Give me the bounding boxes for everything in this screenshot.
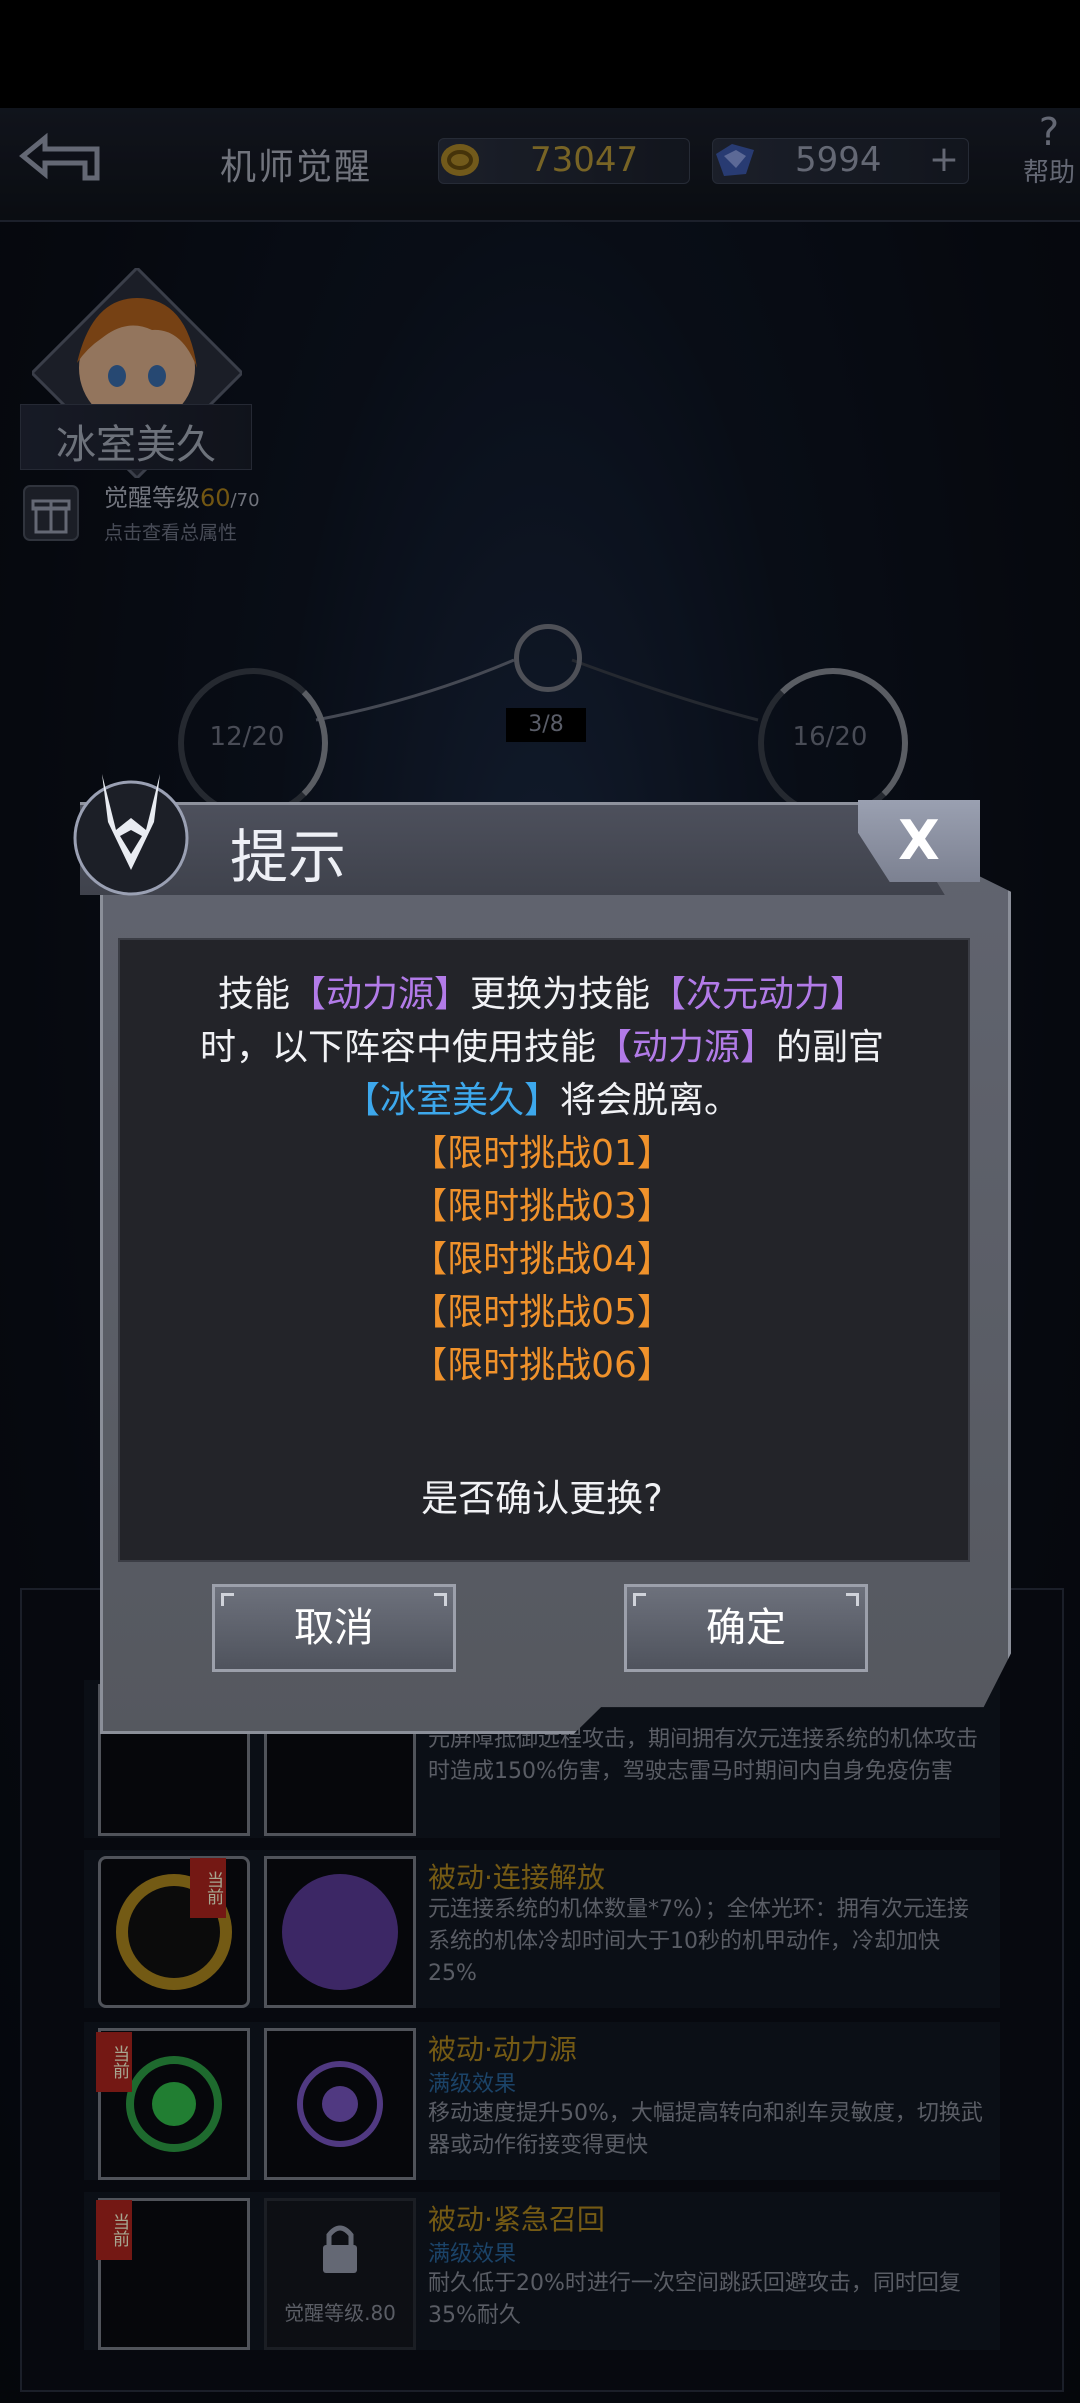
msg-character: 【冰室美久】 [343, 1080, 560, 1121]
dialog-message: 技能【动力源】更换为技能【次元动力】 时，以下阵容中使用技能【动力源】的副官 【… [118, 968, 966, 1392]
dialog-title: 提示 [230, 823, 347, 891]
msg-text: 的副官 [776, 1027, 885, 1068]
mech-emblem-icon [72, 770, 190, 900]
team-item: 【限时挑战04】 [411, 1239, 673, 1280]
team-item: 【限时挑战01】 [411, 1133, 673, 1174]
team-item: 【限时挑战05】 [411, 1292, 673, 1333]
msg-text: 技能 [217, 974, 290, 1015]
msg-text: 将会脱离。 [560, 1080, 741, 1121]
team-item: 【限时挑战03】 [411, 1186, 673, 1227]
confirm-question: 是否确认更换? [421, 1477, 663, 1520]
msg-text: 时，以下阵容中使用技能 [199, 1027, 596, 1068]
confirm-button[interactable]: 确定 [624, 1584, 868, 1672]
msg-old-skill: 【动力源】 [289, 974, 470, 1015]
team-item: 【限时挑战06】 [411, 1345, 673, 1386]
cancel-button[interactable]: 取消 [212, 1584, 456, 1672]
msg-old-skill: 【动力源】 [595, 1027, 776, 1068]
msg-new-skill: 【次元动力】 [650, 974, 867, 1015]
msg-text: 更换为技能 [470, 974, 651, 1015]
